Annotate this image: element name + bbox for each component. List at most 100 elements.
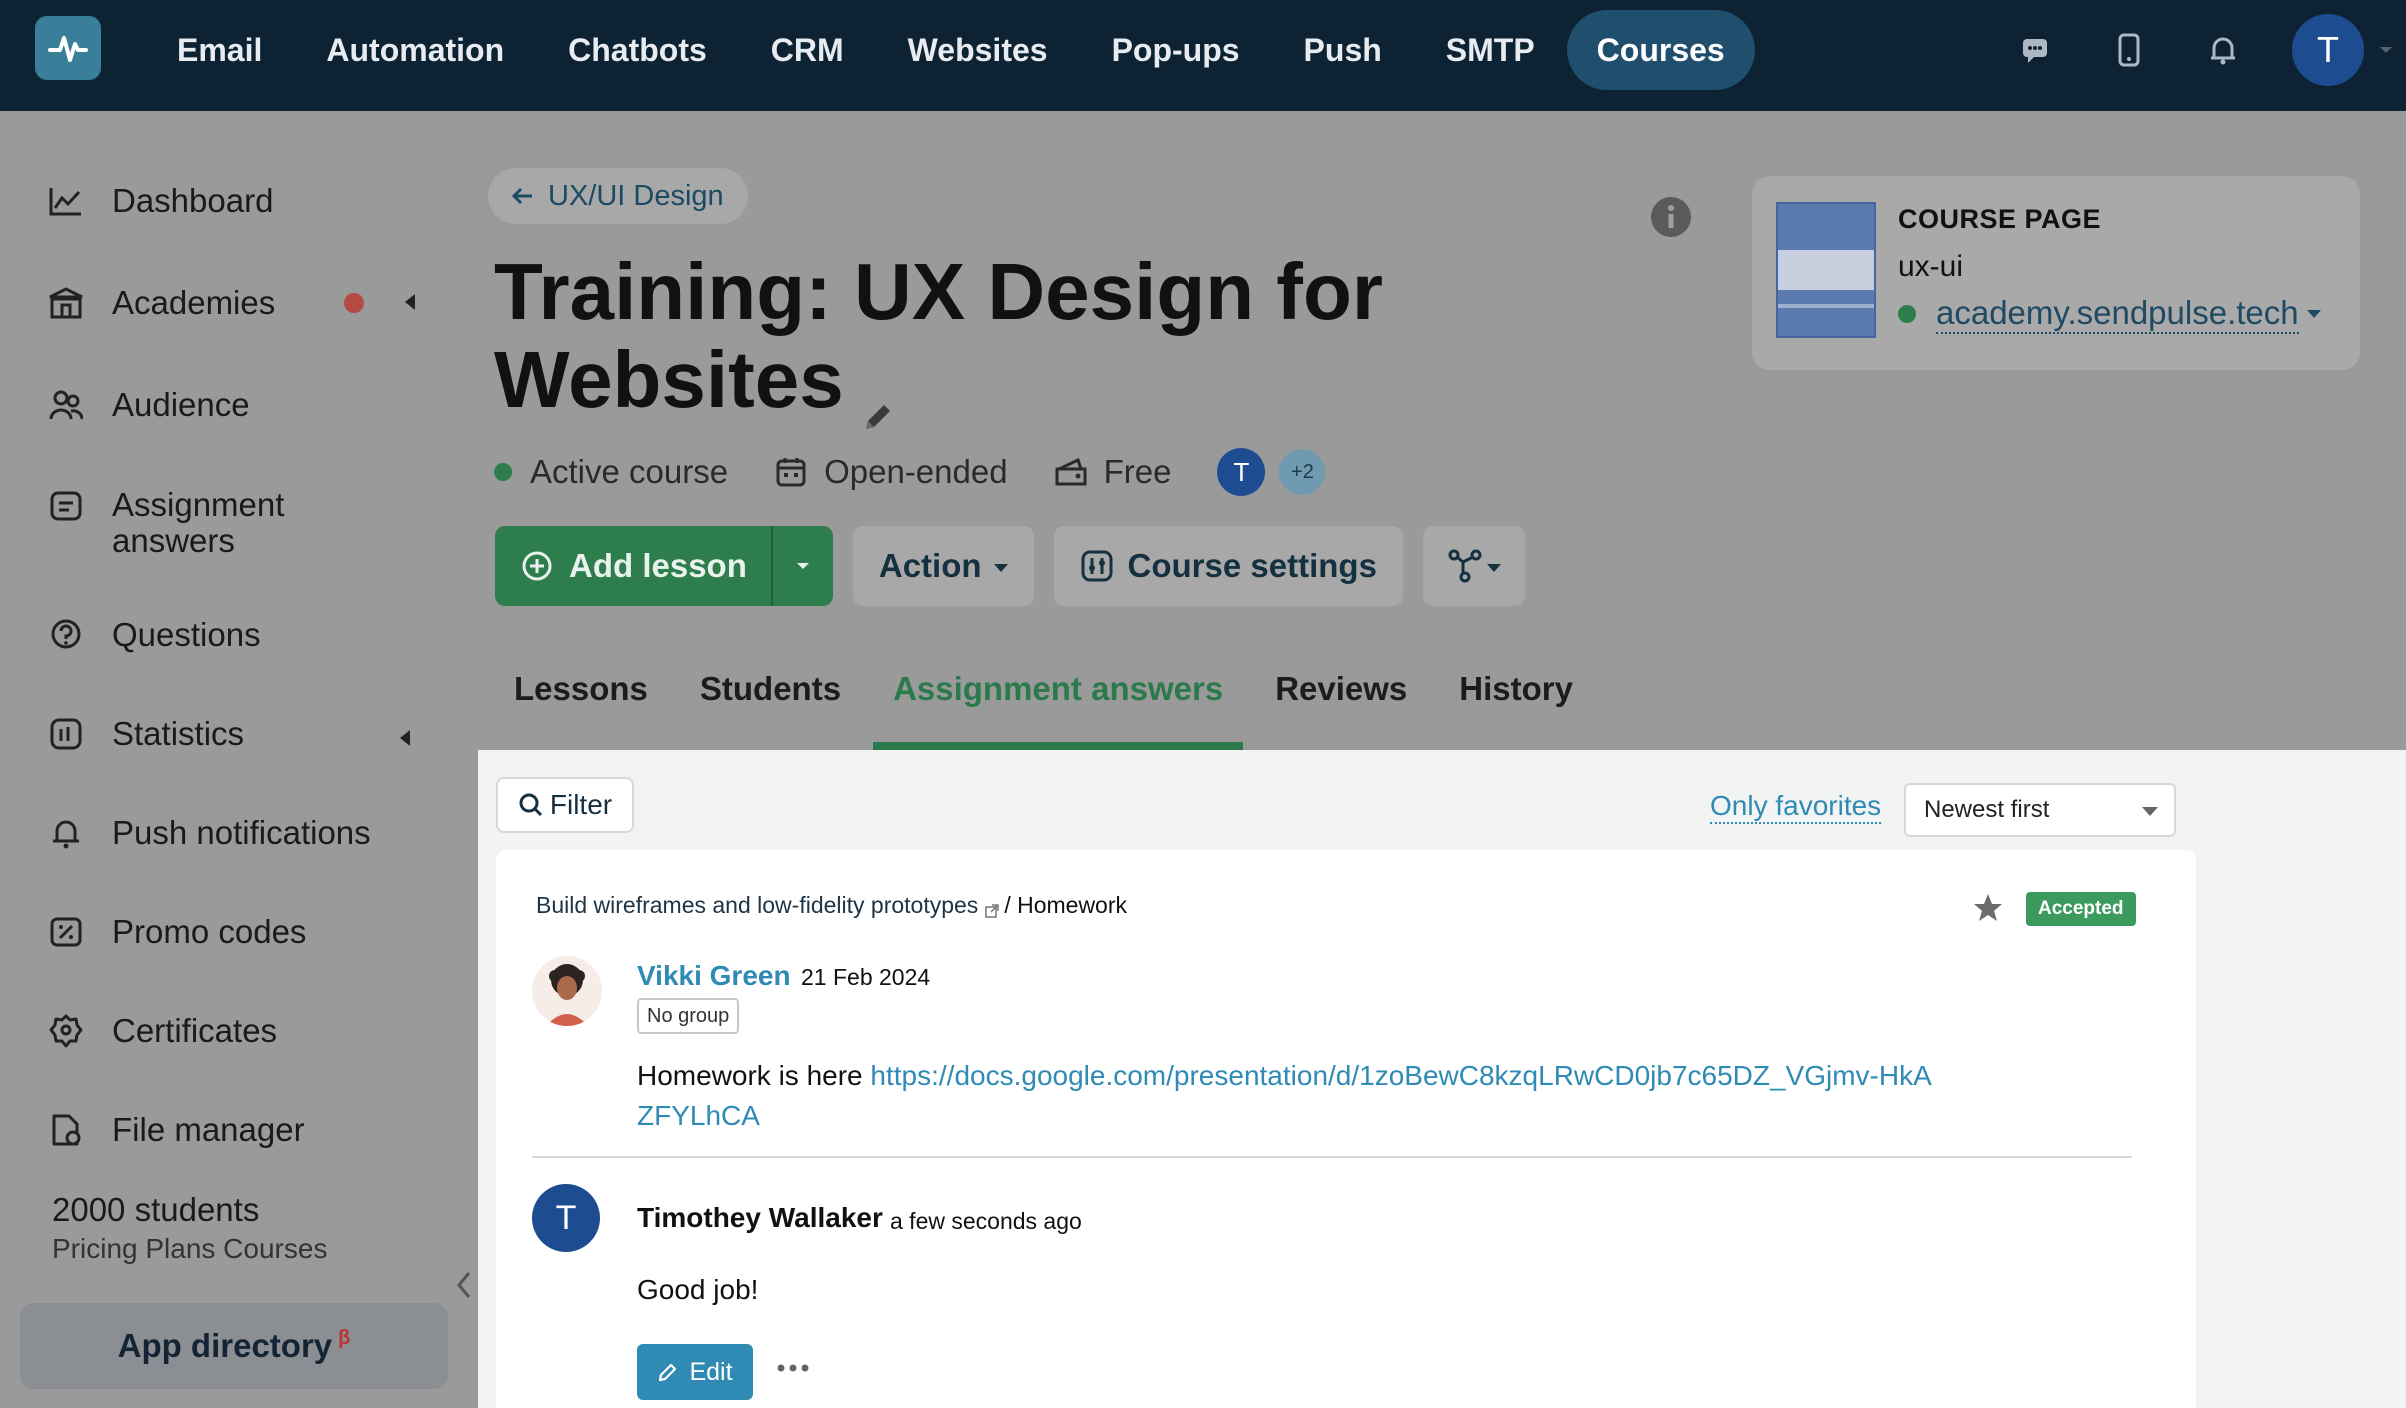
action-button[interactable]: Action: [852, 526, 1034, 606]
pencil-edit-icon[interactable]: [858, 366, 898, 429]
tab-reviews[interactable]: Reviews: [1255, 640, 1427, 750]
user-avatar[interactable]: T: [2292, 14, 2364, 86]
sidebar-item-dashboard[interactable]: Dashboard: [46, 181, 273, 221]
course-meta: Active course Open-ended Free T +2: [494, 448, 1326, 496]
homework-text: Homework is here https://docs.google.com…: [637, 1056, 1937, 1136]
add-lesson-dropdown[interactable]: [773, 526, 833, 606]
nav-email[interactable]: Email: [145, 10, 294, 90]
course-page-thumbnail[interactable]: [1776, 202, 1876, 338]
nav-websites[interactable]: Websites: [876, 10, 1080, 90]
pencil-icon: [657, 1361, 679, 1383]
price-text: Free: [1103, 453, 1172, 490]
calendar-icon: [774, 455, 808, 489]
tab-lessons[interactable]: Lessons: [494, 640, 668, 750]
certificate-icon: [46, 1011, 86, 1051]
collapse-sidebar-chevron-icon[interactable]: [454, 1270, 474, 1300]
nav-smtp[interactable]: SMTP: [1414, 10, 1567, 90]
student-avatar: [532, 956, 602, 1026]
student-name[interactable]: Vikki Green: [637, 960, 791, 992]
sidebar-item-label: Dashboard: [112, 182, 274, 219]
reply-text: Good job!: [637, 1274, 759, 1305]
structure-menu-button[interactable]: [1422, 526, 1525, 606]
wallet-icon: [1054, 455, 1088, 489]
duration-text: Open-ended: [824, 453, 1008, 490]
info-icon[interactable]: [1650, 196, 1692, 238]
course-status: Active course: [494, 453, 728, 491]
tab-history[interactable]: History: [1439, 640, 1593, 750]
sidebar-item-questions[interactable]: Questions: [46, 615, 261, 655]
tab-students[interactable]: Students: [680, 640, 861, 750]
academy-icon: [46, 283, 86, 323]
nav-chatbots[interactable]: Chatbots: [536, 10, 739, 90]
homework-prefix: Homework is here: [637, 1060, 871, 1091]
sidebar-item-label: Questions: [112, 616, 261, 653]
back-to-academy-link[interactable]: UX/UI Design: [488, 168, 748, 224]
nav-push[interactable]: Push: [1272, 10, 1414, 90]
status-text: Active course: [530, 453, 729, 490]
sidebar-item-label-wrap: Assignment answers: [112, 487, 284, 559]
chevron-down-icon: [2142, 807, 2158, 816]
sidebar-item-audience[interactable]: Audience: [46, 385, 250, 425]
team-avatar[interactable]: T: [1217, 448, 1266, 496]
team-more-badge[interactable]: +2: [1279, 449, 1326, 495]
sidebar-item-promo-codes[interactable]: Promo codes: [46, 912, 306, 952]
sort-value: Newest first: [1924, 796, 2050, 823]
edit-reply-button[interactable]: Edit: [637, 1344, 753, 1400]
bell-icon[interactable]: [2198, 25, 2248, 75]
file-icon: [46, 1110, 86, 1150]
nav-popups[interactable]: Pop-ups: [1080, 10, 1272, 90]
nav-courses[interactable]: Courses: [1566, 10, 1755, 90]
active-dot: [494, 463, 512, 481]
chevron-down-icon[interactable]: [2306, 310, 2321, 318]
sidebar-item-certificates[interactable]: Certificates: [46, 1011, 277, 1051]
mobile-icon[interactable]: [2104, 25, 2154, 75]
sidebar-item-label: Assignment: [112, 486, 285, 523]
sort-select[interactable]: Newest first: [1904, 783, 2176, 837]
nav-crm[interactable]: CRM: [739, 10, 876, 90]
chevron-down-icon: [993, 564, 1008, 572]
pricing-plan-info[interactable]: 2000 students Pricing Plans Courses: [52, 1191, 327, 1265]
lesson-link[interactable]: Build wireframes and low-fidelity protot…: [536, 892, 978, 919]
star-icon[interactable]: [1972, 892, 2004, 924]
settings-sliders-icon: [1080, 549, 1114, 583]
beta-badge: β: [338, 1326, 351, 1349]
external-link-icon[interactable]: [984, 898, 1000, 918]
course-settings-label: Course settings: [1127, 547, 1377, 584]
course-settings-button[interactable]: Course settings: [1053, 526, 1403, 606]
caret-left-icon[interactable]: [400, 730, 410, 746]
add-lesson-group: Add lesson: [495, 526, 833, 606]
add-lesson-button[interactable]: Add lesson: [495, 526, 773, 606]
app-directory-button[interactable]: App directory β: [20, 1303, 448, 1389]
chevron-down-icon: [1486, 564, 1501, 572]
chart-line-icon: [46, 181, 86, 221]
sidebar-item-statistics[interactable]: Statistics: [46, 714, 244, 754]
course-price: Free: [1054, 453, 1172, 491]
title-line-2: Websites: [494, 335, 844, 424]
assignment-answers-panel: Filter Only favorites Newest first Build…: [478, 750, 2406, 1408]
teacher-avatar: T: [532, 1184, 600, 1252]
caret-left-icon[interactable]: [405, 294, 415, 310]
more-options-icon[interactable]: [776, 1358, 810, 1378]
chat-icon[interactable]: [2010, 25, 2060, 75]
title-line-1: Training: UX Design for: [494, 247, 1383, 336]
tab-assignment-answers[interactable]: Assignment answers: [873, 640, 1244, 750]
only-favorites-toggle[interactable]: Only favorites: [1710, 790, 1882, 824]
sidebar-item-assignment-answers[interactable]: Assignment answers: [46, 487, 284, 559]
sidebar-item-push-notifications[interactable]: Push notifications: [46, 813, 371, 853]
divider: [532, 1156, 2132, 1158]
bell-icon: [46, 813, 86, 853]
sidebar-item-academies[interactable]: Academies: [46, 283, 275, 323]
sidebar-item-label: Statistics: [112, 715, 245, 752]
sidebar-item-label: Academies: [112, 284, 276, 321]
filter-label: Filter: [549, 789, 613, 820]
sidebar-item-label: Certificates: [112, 1012, 278, 1049]
course-page-domain[interactable]: academy.sendpulse.tech: [1898, 294, 2321, 334]
sidebar-item-file-manager[interactable]: File manager: [46, 1110, 305, 1150]
sendpulse-logo-icon[interactable]: [35, 16, 101, 80]
nav-automation[interactable]: Automation: [294, 10, 536, 90]
chevron-down-icon[interactable]: [2378, 42, 2394, 58]
question-icon: [46, 615, 86, 655]
domain-link[interactable]: academy.sendpulse.tech: [1936, 294, 2299, 334]
course-page-slug: ux-ui: [1898, 250, 1964, 283]
filter-button[interactable]: Filter: [496, 777, 634, 833]
